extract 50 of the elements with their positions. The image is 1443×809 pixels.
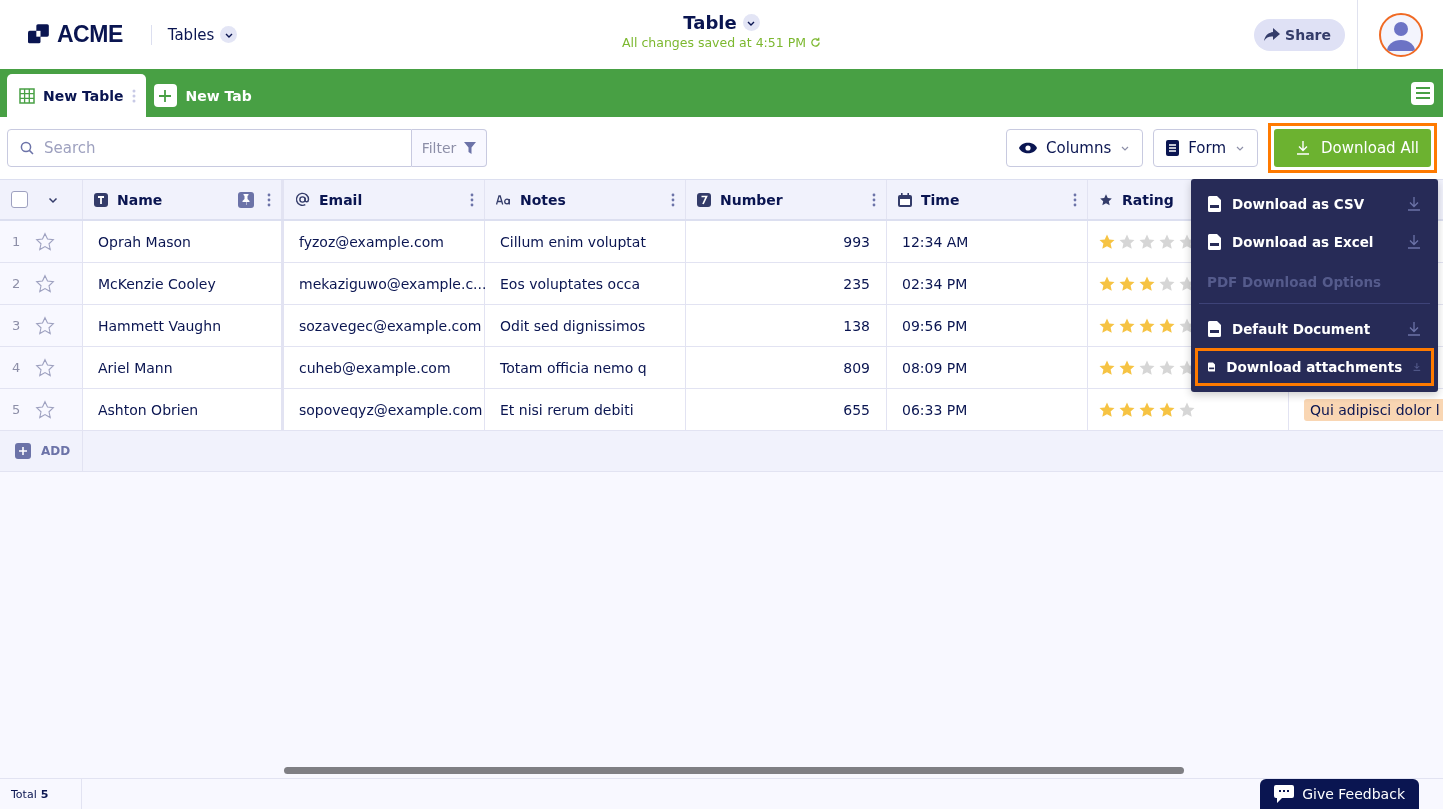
table-tab[interactable]: New Table: [7, 74, 146, 117]
table-cell: 993: [686, 221, 887, 262]
table-cell: 655: [686, 389, 887, 430]
row-number: 1: [12, 234, 20, 249]
table-cell: Totam officia nemo q: [485, 347, 686, 388]
table-cell: 02:34 PM: [887, 263, 1088, 304]
table-cell: Oprah Mason: [83, 221, 284, 262]
row-number: 5: [12, 402, 20, 417]
save-status: All changes saved at 4:51 PM: [622, 35, 806, 50]
column-header[interactable]: Number: [686, 180, 887, 219]
table-cell: 809: [686, 347, 887, 388]
row-number: 2: [12, 276, 20, 291]
table-cell: 06:33 PM: [887, 389, 1088, 430]
table-cell: Cillum enim voluptat: [485, 221, 686, 262]
menu-item[interactable]: Default Document: [1195, 310, 1434, 348]
logo-text: ACME: [57, 21, 123, 48]
table-cell: 08:09 PM: [887, 347, 1088, 388]
table-cell: 09:56 PM: [887, 305, 1088, 346]
table-cell: 138: [686, 305, 887, 346]
column-header[interactable]: Email: [284, 180, 485, 219]
column-header[interactable]: Name: [83, 180, 284, 219]
table-cell: sopoveqyz@example.com: [284, 389, 485, 430]
table-cell: Hammett Vaughn: [83, 305, 284, 346]
table-cell: Eos voluptates occa: [485, 263, 686, 304]
table-cell: sozavegec@example.com: [284, 305, 485, 346]
column-header[interactable]: Notes: [485, 180, 686, 219]
tag: Qui adipisci dolor l: [1304, 398, 1443, 421]
row-number: 4: [12, 360, 20, 375]
table-cell: cuheb@example.com: [284, 347, 485, 388]
table-cell: 12:34 AM: [887, 221, 1088, 262]
table-cell: 235: [686, 263, 887, 304]
column-header[interactable]: Time: [887, 180, 1088, 219]
table-title[interactable]: Table: [683, 12, 760, 33]
menu-item[interactable]: Download attachments: [1195, 348, 1434, 386]
table-cell: Odit sed dignissimos: [485, 305, 686, 346]
section-dropdown[interactable]: Tables: [167, 25, 238, 44]
table-cell: fyzoz@example.com: [284, 221, 485, 262]
feedback-button[interactable]: Give Feedback: [1260, 779, 1419, 809]
total-count: 5: [40, 787, 49, 801]
total-label: Total: [11, 787, 37, 801]
search-field[interactable]: Search: [7, 129, 412, 167]
form-button[interactable]: Form: [1153, 129, 1259, 167]
table-cell: mekaziguwo@example.c...: [284, 263, 485, 304]
share-button[interactable]: Share: [1254, 18, 1345, 51]
table-cell: Et nisi rerum debiti: [485, 389, 686, 430]
menu-item[interactable]: Download as Excel: [1195, 223, 1434, 261]
table-cell: McKenzie Cooley: [83, 263, 284, 304]
row-number: 3: [12, 318, 20, 333]
columns-button[interactable]: Columns: [1006, 129, 1144, 167]
table-cell: Ariel Mann: [83, 347, 284, 388]
